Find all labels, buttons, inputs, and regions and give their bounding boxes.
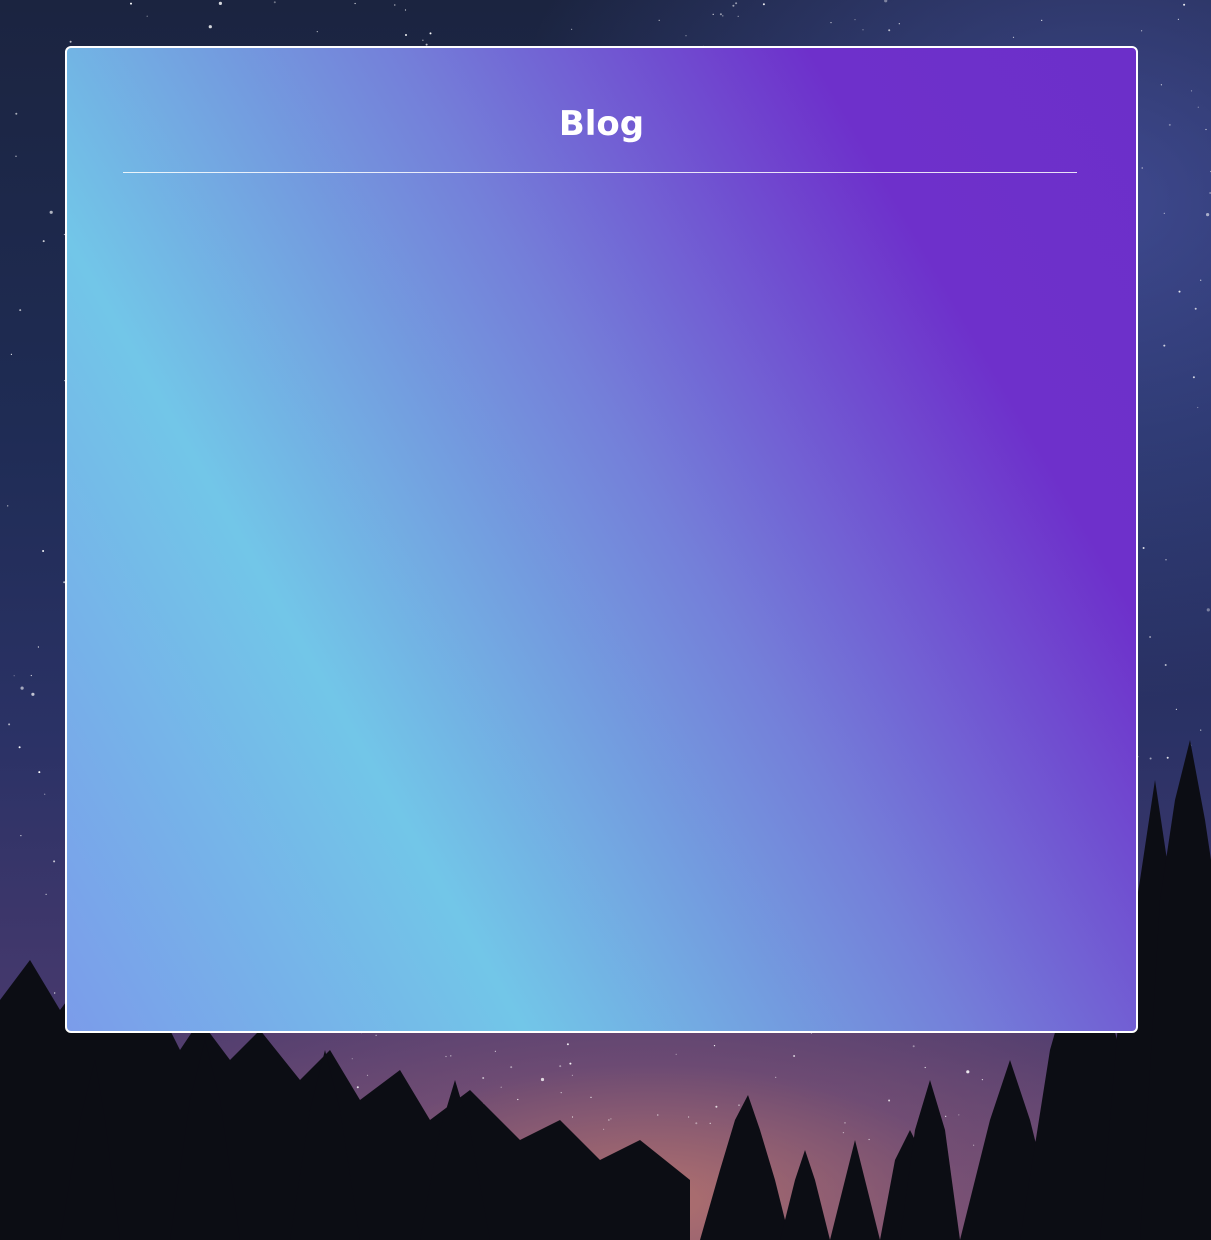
blog-card: Blog xyxy=(65,46,1138,1033)
blog-posts-area xyxy=(123,188,1077,1008)
title-divider xyxy=(123,172,1077,173)
blog-title: Blog xyxy=(558,104,645,144)
